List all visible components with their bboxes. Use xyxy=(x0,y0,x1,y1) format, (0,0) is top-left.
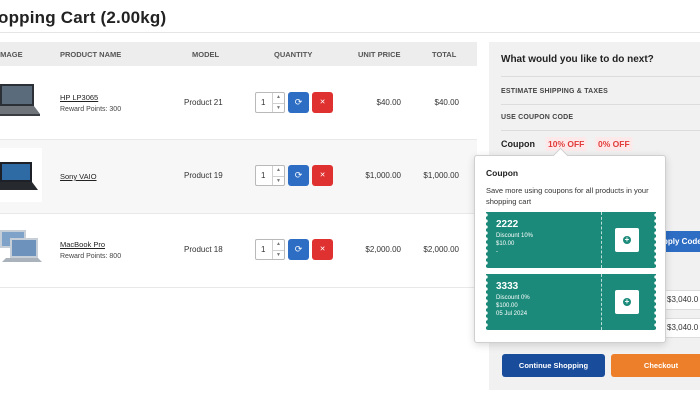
coupon-discount: Discount 10% xyxy=(496,233,534,239)
product-link-macbook-pro[interactable]: MacBook Pro xyxy=(60,240,105,249)
remove-item-button[interactable]: ✕ xyxy=(312,92,333,113)
coupon-minimum: $100.00 xyxy=(496,303,518,309)
product-link-sony-vaio[interactable]: Sony VAIO xyxy=(60,172,97,181)
chevron-down-icon[interactable]: ▼ xyxy=(273,175,284,186)
quantity-stepper[interactable]: 1 ▲ ▼ xyxy=(255,239,285,260)
product-image-hp-lp3065[interactable] xyxy=(0,78,42,122)
reward-points: Reward Points: 300 xyxy=(60,106,122,113)
refresh-icon: ⟳ xyxy=(294,244,303,254)
chevron-up-icon[interactable]: ▲ xyxy=(273,240,284,250)
quantity-stepper[interactable]: 1 ▲ ▼ xyxy=(255,92,285,113)
coupon-label: Coupon xyxy=(501,139,535,149)
coupon-minimum: $10.00 xyxy=(496,241,515,247)
update-quantity-button[interactable]: ⟳ xyxy=(288,92,309,113)
remove-item-button[interactable]: ✕ xyxy=(312,239,333,260)
divider xyxy=(501,76,700,77)
line-total: $2,000.00 xyxy=(423,245,459,254)
product-image-macbook-pro[interactable] xyxy=(0,226,42,270)
line-total: $40.00 xyxy=(434,98,459,107)
coupon-code: 3333 xyxy=(496,281,519,292)
coupon-expiry: 05 Jul 2024 xyxy=(496,311,528,317)
cart-table-header: IMAGE PRODUCT NAME MODEL QUANTITY UNIT P… xyxy=(0,42,477,66)
checkout-button[interactable]: Checkout xyxy=(611,354,700,377)
update-quantity-button[interactable]: ⟳ xyxy=(288,239,309,260)
header-quantity: QUANTITY xyxy=(274,50,313,59)
table-row: HP LP3065 Reward Points: 300 Product 21 … xyxy=(0,66,477,140)
title-divider xyxy=(0,32,700,33)
estimate-shipping-link[interactable]: ESTIMATE SHIPPING & TAXES xyxy=(501,88,608,95)
next-steps-title: What would you like to do next? xyxy=(501,54,654,65)
product-model: Product 19 xyxy=(184,171,223,180)
refresh-icon: ⟳ xyxy=(294,97,303,107)
coupon-code: 2222 xyxy=(496,219,519,230)
quantity-value[interactable]: 1 xyxy=(261,171,265,180)
unit-price: $40.00 xyxy=(376,98,401,107)
close-icon: ✕ xyxy=(319,99,326,106)
apply-coupon-button[interactable]: pply Code xyxy=(663,231,700,252)
unit-price: $2,000.00 xyxy=(365,245,401,254)
update-quantity-button[interactable]: ⟳ xyxy=(288,165,309,186)
add-coupon-icon[interactable] xyxy=(615,228,639,252)
chevron-up-icon[interactable]: ▲ xyxy=(273,166,284,176)
table-row: MacBook Pro Reward Points: 800 Product 1… xyxy=(0,214,477,288)
grand-total-value: $3,040.0 xyxy=(663,318,700,338)
coupon-chip-10-off[interactable]: 10% OFF xyxy=(542,137,590,151)
product-model: Product 21 xyxy=(184,98,223,107)
chevron-up-icon[interactable]: ▲ xyxy=(273,93,284,103)
continue-shopping-button[interactable]: Continue Shopping xyxy=(502,354,605,377)
close-icon: ✕ xyxy=(319,172,326,179)
popover-description: Save more using coupons for all products… xyxy=(486,186,649,206)
line-total: $1,000.00 xyxy=(423,171,459,180)
close-icon: ✕ xyxy=(319,246,326,253)
coupon-chip-0-off[interactable]: 0% OFF xyxy=(593,137,635,151)
quantity-value[interactable]: 1 xyxy=(261,245,265,254)
chevron-down-icon[interactable]: ▼ xyxy=(273,249,284,260)
unit-price: $1,000.00 xyxy=(365,171,401,180)
header-unit-price: UNIT PRICE xyxy=(358,50,401,59)
reward-points: Reward Points: 800 xyxy=(60,253,122,260)
product-link-hp-lp3065[interactable]: HP LP3065 xyxy=(60,93,98,102)
add-coupon-icon[interactable] xyxy=(615,290,639,314)
cart-table: IMAGE PRODUCT NAME MODEL QUANTITY UNIT P… xyxy=(0,42,477,288)
page-title: opping Cart (2.00kg) xyxy=(0,8,167,27)
sub-total-value: $3,040.0 xyxy=(663,290,700,310)
header-total: TOTAL xyxy=(432,50,457,59)
remove-item-button[interactable]: ✕ xyxy=(312,165,333,186)
popover-title: Coupon xyxy=(486,168,519,178)
divider xyxy=(501,104,700,105)
coupon-popover: Coupon Save more using coupons for all p… xyxy=(474,155,666,343)
refresh-icon: ⟳ xyxy=(294,170,303,180)
divider xyxy=(501,130,700,131)
header-product: PRODUCT NAME xyxy=(60,50,122,59)
header-image: IMAGE xyxy=(0,50,23,59)
quantity-value[interactable]: 1 xyxy=(261,98,265,107)
coupon-expiry: - xyxy=(496,249,498,255)
product-model: Product 18 xyxy=(184,245,223,254)
product-image-sony-vaio[interactable] xyxy=(0,148,42,202)
chevron-down-icon[interactable]: ▼ xyxy=(273,102,284,113)
coupon-card-3333: 3333 Discount 0% $100.00 05 Jul 2024 xyxy=(483,274,659,330)
use-coupon-link[interactable]: USE COUPON CODE xyxy=(501,114,573,121)
coupon-discount: Discount 0% xyxy=(496,295,530,301)
header-model: MODEL xyxy=(192,50,220,59)
table-row: Sony VAIO Product 19 1 ▲ ▼ ⟳ ✕ $1,000.00 … xyxy=(0,140,477,214)
quantity-stepper[interactable]: 1 ▲ ▼ xyxy=(255,165,285,186)
coupon-card-2222: 2222 Discount 10% $10.00 - xyxy=(483,212,659,268)
